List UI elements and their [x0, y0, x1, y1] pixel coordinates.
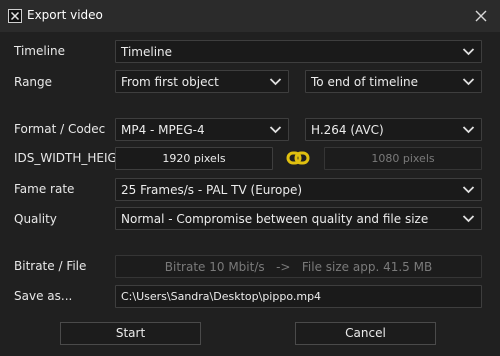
frame-rate-value: 25 Frames/s - PAL TV (Europe) [121, 183, 303, 197]
format-codec-label: Format / Codec [14, 122, 106, 136]
link-chain-icon[interactable] [283, 147, 313, 169]
chevron-down-icon [269, 78, 282, 86]
height-input: 1080 pixels [324, 147, 482, 170]
title-bar: Export video [0, 0, 500, 32]
timeline-dropdown[interactable]: Timeline [115, 40, 482, 63]
chevron-down-icon [462, 186, 475, 194]
export-video-dialog: Export video Timeline Timeline Range Fro… [0, 0, 500, 356]
bitrate-label: Bitrate / File [14, 259, 87, 273]
chevron-down-icon [462, 48, 475, 56]
save-as-path: C:\Users\Sandra\Desktop\pippo.mp4 [121, 290, 322, 303]
quality-value: Normal - Compromise between quality and … [121, 212, 429, 226]
save-as-label: Save as... [14, 289, 73, 303]
chevron-down-icon [462, 215, 475, 223]
cancel-button[interactable]: Cancel [295, 322, 436, 345]
width-input[interactable]: 1920 pixels [115, 147, 273, 170]
chevron-down-icon [462, 78, 475, 86]
codec-dropdown[interactable]: H.264 (AVC) [305, 118, 482, 141]
close-icon[interactable] [472, 7, 490, 25]
timeline-value: Timeline [121, 45, 173, 59]
app-x-icon [8, 9, 22, 23]
codec-value: H.264 (AVC) [311, 123, 384, 137]
quality-dropdown[interactable]: Normal - Compromise between quality and … [115, 207, 482, 230]
timeline-label: Timeline [14, 44, 66, 58]
format-dropdown[interactable]: MP4 - MPEG-4 [115, 118, 289, 141]
range-from-dropdown[interactable]: From first object [115, 70, 289, 93]
chevron-down-icon [269, 126, 282, 134]
range-from-value: From first object [121, 75, 219, 89]
bitrate-display: Bitrate 10 Mbit/s -> File size app. 41.5… [115, 255, 482, 278]
height-value: 1080 pixels [371, 152, 435, 165]
quality-label: Quality [14, 212, 57, 226]
save-as-input[interactable]: C:\Users\Sandra\Desktop\pippo.mp4 [115, 285, 482, 308]
window-title: Export video [27, 8, 103, 22]
bitrate-value: Bitrate 10 Mbit/s -> File size app. 41.5… [164, 260, 433, 274]
range-to-dropdown[interactable]: To end of timeline [305, 70, 482, 93]
frame-rate-dropdown[interactable]: 25 Frames/s - PAL TV (Europe) [115, 178, 482, 201]
width-value: 1920 pixels [162, 152, 226, 165]
range-label: Range [14, 75, 53, 89]
chevron-down-icon [462, 126, 475, 134]
range-to-value: To end of timeline [311, 75, 419, 89]
start-button[interactable]: Start [60, 322, 201, 345]
format-value: MP4 - MPEG-4 [121, 123, 205, 137]
frame-rate-label: Fame rate [14, 182, 75, 196]
